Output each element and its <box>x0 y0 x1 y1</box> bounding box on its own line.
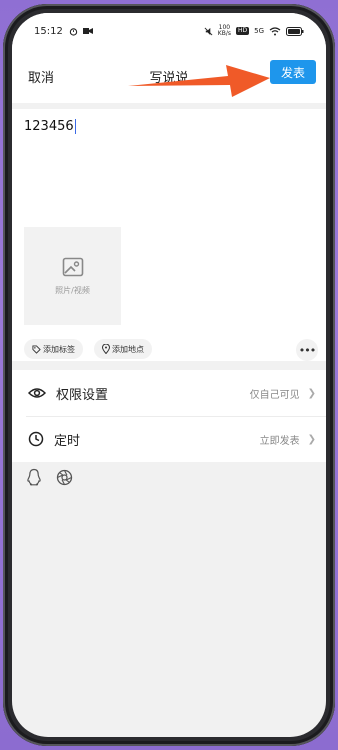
add-location-chip[interactable]: 添加地点 <box>94 339 152 359</box>
status-bar: 15:12 100 KB/s HD 5G <box>12 13 326 49</box>
text-cursor <box>74 119 76 134</box>
privacy-label: 权限设置 <box>56 387 109 403</box>
location-pin-icon <box>102 344 110 354</box>
cancel-button[interactable]: 取消 <box>28 67 54 86</box>
shutter-icon[interactable] <box>56 469 73 486</box>
add-media-button[interactable]: 照片/视频 <box>24 227 121 325</box>
video-icon <box>82 28 93 34</box>
post-text: 123456 <box>24 119 74 134</box>
more-options-button[interactable]: ••• <box>296 339 318 361</box>
add-tag-label: 添加标签 <box>43 344 75 354</box>
wifi-icon <box>269 26 281 35</box>
mute-icon <box>204 27 213 35</box>
hd-badge: HD <box>235 27 250 35</box>
eye-icon <box>28 388 46 398</box>
settings-row-privacy[interactable]: 权限设置 仅自己可见 ❯ <box>12 370 326 416</box>
media-label: 照片/视频 <box>55 285 90 295</box>
screen: 15:12 100 KB/s HD 5G 取消 写说说 发表 123456 照片… <box>12 13 326 737</box>
add-tag-chip[interactable]: 添加标签 <box>24 339 83 359</box>
share-bar <box>26 468 73 486</box>
arrow-annotation-icon <box>128 65 270 97</box>
settings-row-schedule[interactable]: 定时 立即发表 ❯ <box>12 416 326 462</box>
post-button[interactable]: 发表 <box>270 60 316 84</box>
schedule-label: 定时 <box>54 433 81 449</box>
chevron-right-icon: ❯ <box>307 433 316 445</box>
settings-list: 权限设置 仅自己可见 ❯ 定时 立即发表 ❯ <box>12 370 326 462</box>
add-location-label: 添加地点 <box>112 344 144 354</box>
more-icon: ••• <box>298 343 316 357</box>
clock-icon <box>28 431 44 447</box>
alarm-icon <box>69 27 78 36</box>
battery-icon <box>286 26 304 36</box>
schedule-value: 立即发表 <box>259 435 300 447</box>
network-speed: 100 KB/s <box>217 24 231 37</box>
compose-area: 123456 照片/视频 添加标签 添加地点 ••• <box>12 109 326 361</box>
top-nav: 取消 写说说 发表 <box>12 49 326 103</box>
post-text-input[interactable]: 123456 <box>24 119 76 134</box>
phone-frame: 15:12 100 KB/s HD 5G 取消 写说说 发表 123456 照片… <box>3 4 335 746</box>
privacy-value: 仅自己可见 <box>249 389 300 401</box>
signal-label: 5G <box>254 27 264 35</box>
chevron-right-icon: ❯ <box>307 387 316 399</box>
qq-penguin-icon[interactable] <box>26 468 42 486</box>
image-icon <box>62 257 83 276</box>
tag-icon <box>32 344 41 354</box>
status-time: 15:12 <box>34 25 63 37</box>
